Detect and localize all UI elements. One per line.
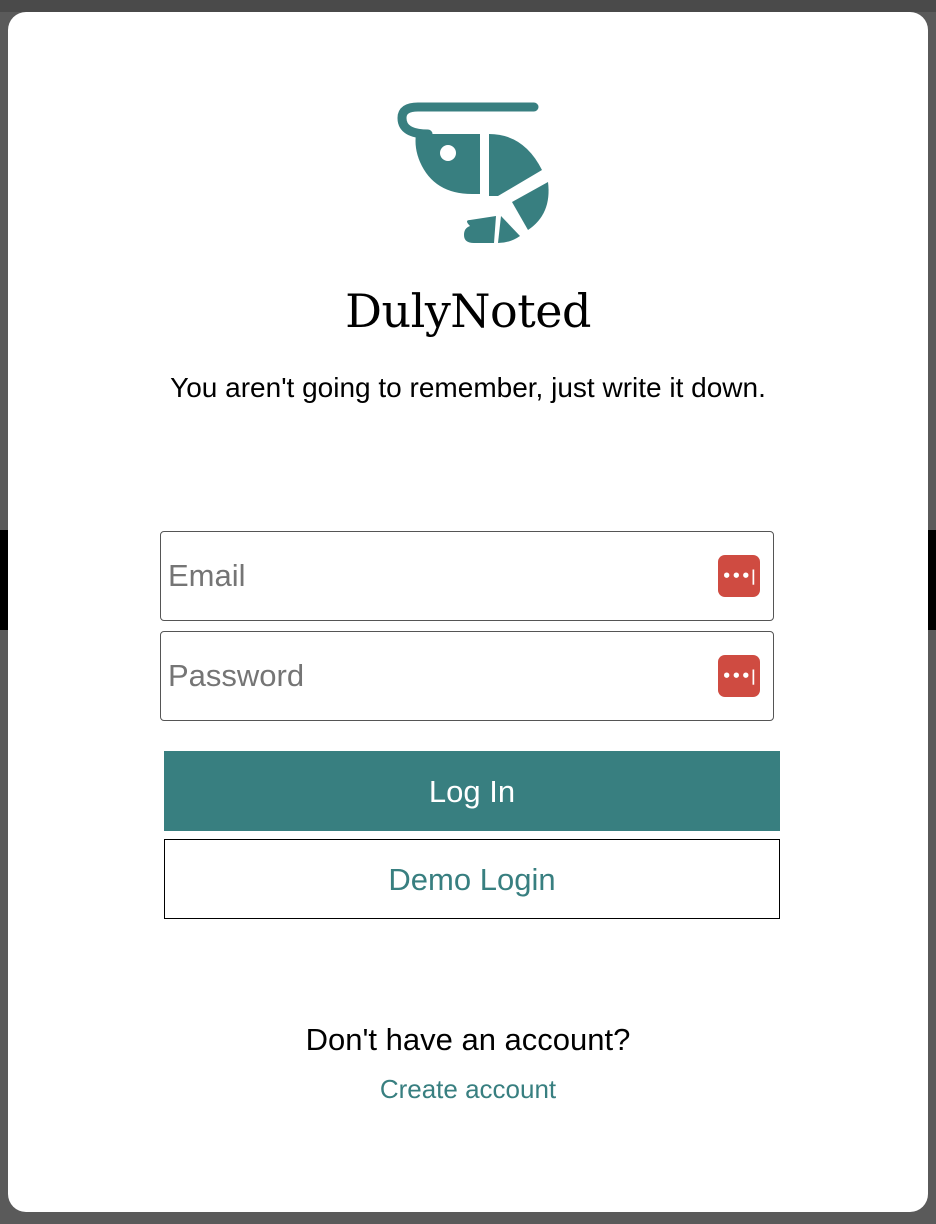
password-manager-icon[interactable]: •••| <box>718 555 760 597</box>
shrimp-logo-icon <box>397 102 549 243</box>
password-input[interactable] <box>161 632 701 719</box>
tagline: You aren't going to remember, just write… <box>170 372 766 403</box>
login-button[interactable]: Log In <box>164 751 780 831</box>
demo-login-button[interactable]: Demo Login <box>164 839 780 919</box>
email-input[interactable] <box>161 532 701 619</box>
password-field[interactable]: •••| <box>160 631 774 721</box>
no-account-text: Don't have an account? <box>305 1022 631 1057</box>
app-title: DulyNoted <box>345 284 591 338</box>
login-modal: DulyNoted You aren't going to remember, … <box>8 12 928 1212</box>
create-account-link[interactable]: Create account <box>8 1074 928 1105</box>
password-manager-icon[interactable]: •••| <box>718 655 760 697</box>
background-app-top <box>0 0 936 12</box>
email-field[interactable]: •••| <box>160 531 774 621</box>
